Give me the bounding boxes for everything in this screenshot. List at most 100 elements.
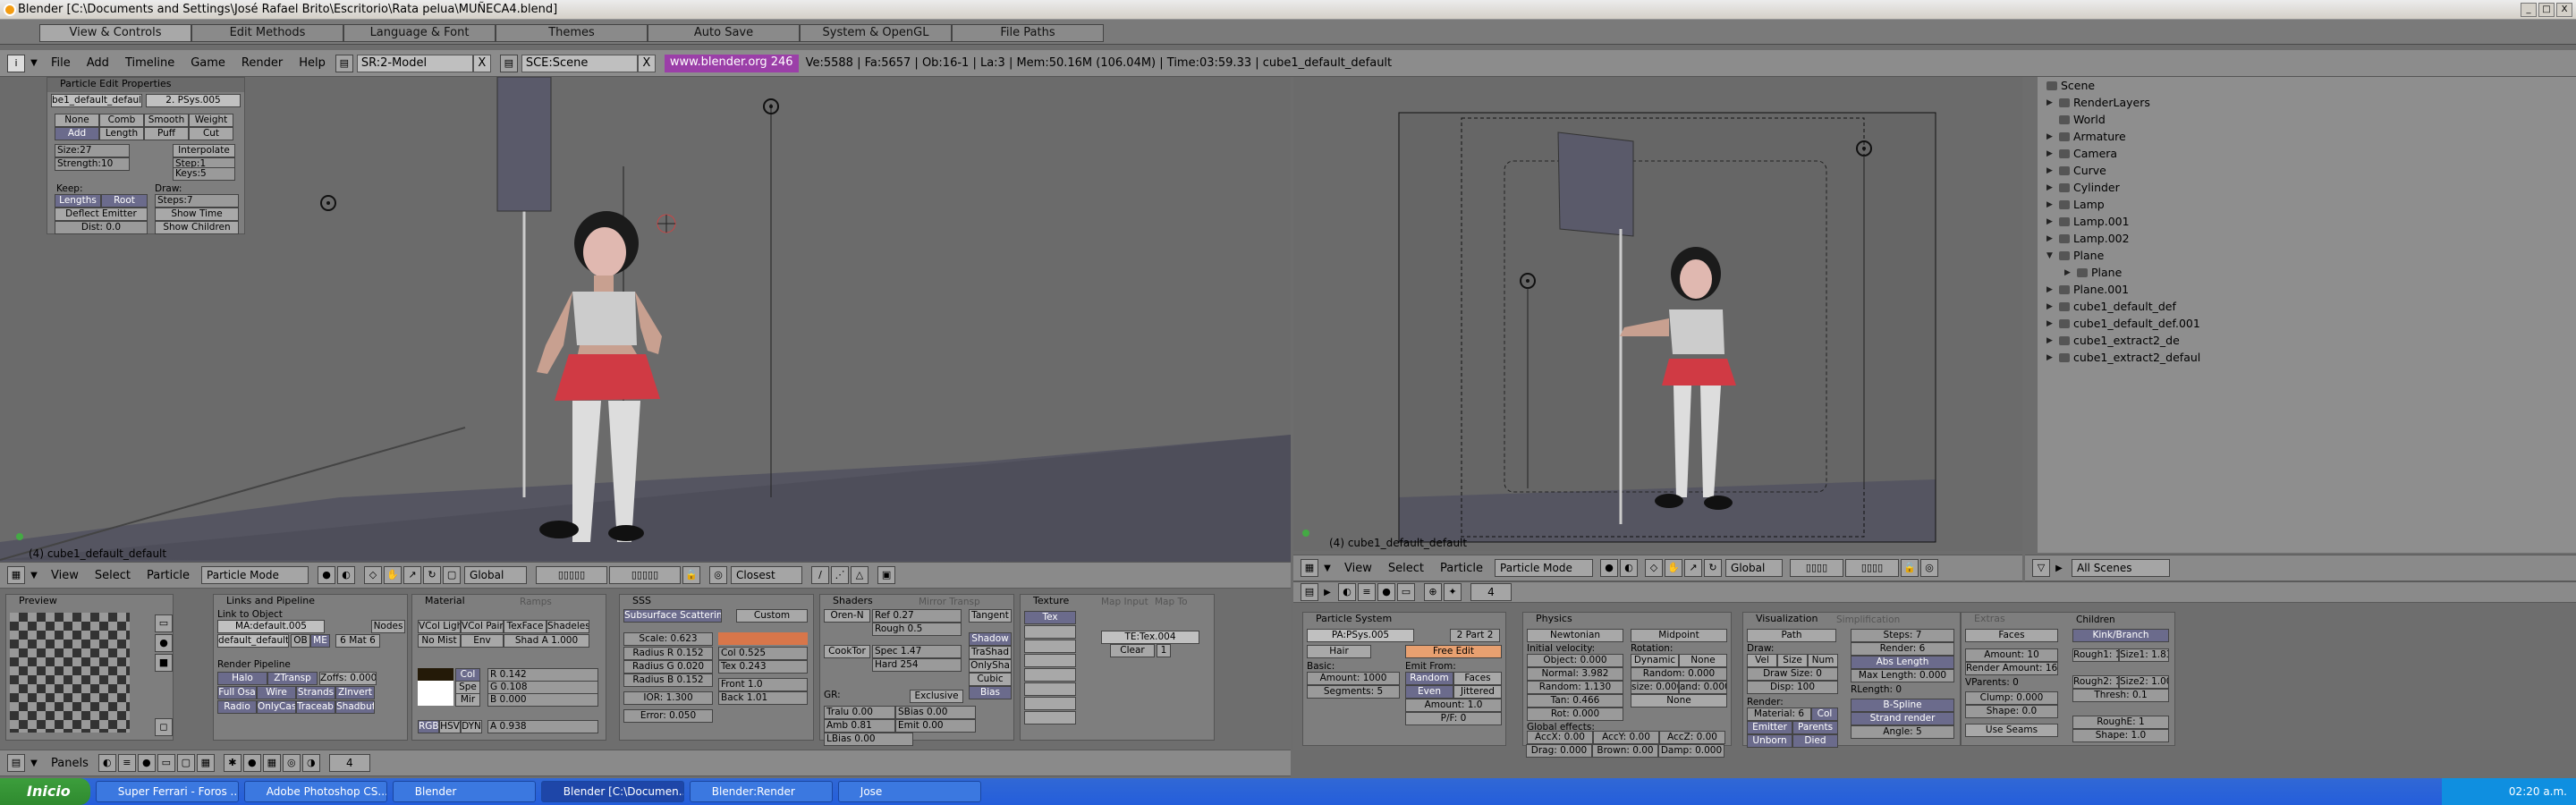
menu-file[interactable]: File: [43, 56, 79, 70]
accx-field[interactable]: AccX: 0.00: [1527, 731, 1593, 744]
tool-smooth-button[interactable]: Smooth: [144, 114, 189, 127]
hard-slider[interactable]: Hard 254: [872, 658, 962, 672]
sss-error-field[interactable]: Error: 0.050: [623, 709, 713, 723]
show-time-button[interactable]: Show Time: [155, 208, 239, 221]
outliner-item[interactable]: ▶ Plane.001: [2046, 281, 2129, 298]
shadow-button[interactable]: Shadow: [969, 632, 1012, 646]
orientation-select[interactable]: Global: [1725, 559, 1784, 577]
outliner-item[interactable]: ▶ Armature: [2046, 128, 2126, 145]
strand-render-button[interactable]: Strand render: [1851, 712, 1954, 725]
window-type-icon[interactable]: ▤: [7, 754, 25, 772]
texface-button[interactable]: TexFace: [504, 620, 547, 633]
outliner-item[interactable]: ▶ Lamp: [2046, 196, 2105, 213]
minimize-button[interactable]: _: [2521, 3, 2537, 17]
expand-icon[interactable]: ▶: [2046, 336, 2055, 345]
dist-field[interactable]: Dist: 0.0: [55, 221, 148, 234]
outliner-item[interactable]: ▶ Lamp.001: [2046, 213, 2130, 230]
sss-scale-field[interactable]: Scale: 0.623: [623, 632, 713, 646]
and-field[interactable]: and: 0.000: [1679, 681, 1727, 694]
onlyshad-button[interactable]: OnlySha: [969, 659, 1012, 673]
sss-back-field[interactable]: Back 1.01: [718, 691, 808, 705]
strands-button[interactable]: Strands: [296, 686, 335, 699]
expand-icon[interactable]: ▶: [2046, 234, 2055, 243]
amount-field[interactable]: Amount: 1000: [1307, 672, 1400, 685]
pivot-icon[interactable]: ◇: [1645, 559, 1664, 577]
vcol-light-button[interactable]: VCol Ligh: [418, 620, 461, 633]
vcol-paint-button[interactable]: VCol Pain: [461, 620, 504, 633]
outliner-item[interactable]: ▶ Plane: [2064, 264, 2122, 281]
collapse-icon[interactable]: ▼: [2046, 251, 2055, 260]
expand-icon[interactable]: ▶: [2046, 302, 2055, 311]
object-field[interactable]: default_default: [217, 634, 289, 648]
outliner-item[interactable]: Scene: [2043, 77, 2095, 94]
shad-alpha-field[interactable]: Shad A 1.000: [504, 634, 589, 648]
children-tab[interactable]: Children: [2076, 614, 2115, 625]
spec-shader-select[interactable]: CookTor: [824, 645, 870, 658]
jittered-select[interactable]: Jittered: [1453, 685, 1502, 699]
task-blender-render[interactable]: Blender:Render: [689, 781, 833, 802]
menu-view[interactable]: View: [1336, 562, 1380, 575]
size-field[interactable]: size: 0.000: [1631, 681, 1679, 694]
hsv-button[interactable]: HSV: [439, 720, 461, 733]
layers-grid-2[interactable]: ▯▯▯▯: [1845, 559, 1900, 577]
cubic-button[interactable]: Cubic: [969, 673, 1012, 686]
lock-icon[interactable]: 🔒: [682, 566, 701, 584]
3d-viewport-left[interactable]: (4) cube1_default_default Particle Edit …: [0, 77, 1291, 562]
sss-radius-g-field[interactable]: Radius G 0.020: [623, 660, 713, 674]
menu-particle[interactable]: Particle: [1432, 562, 1491, 575]
script-context-icon[interactable]: ≡: [1358, 583, 1376, 601]
random-velocity-field[interactable]: Random: 1.130: [1527, 681, 1623, 694]
select-point-icon[interactable]: ⋰: [831, 566, 850, 584]
expand-icon[interactable]: ▶: [2046, 166, 2055, 175]
shadeless-button[interactable]: Shadeles: [547, 620, 589, 633]
size-slider[interactable]: Size:27: [55, 144, 130, 157]
sss-preset-select[interactable]: Custom: [736, 609, 808, 623]
tool-add-button[interactable]: Add: [55, 127, 99, 140]
psys-part-field[interactable]: 2 Part 2: [1450, 629, 1500, 642]
g-slider[interactable]: G 0.108: [487, 681, 598, 694]
draw-type-icon[interactable]: ●: [1600, 559, 1619, 577]
tab-edit-methods[interactable]: Edit Methods: [191, 24, 343, 42]
expand-icon[interactable]: ▶: [2064, 268, 2073, 277]
traceable-button[interactable]: Traceable: [296, 700, 335, 714]
sss-col-slider[interactable]: Col 0.525: [718, 647, 808, 660]
unborn-button[interactable]: Unborn: [1747, 734, 1792, 748]
simplification-tab[interactable]: Simplification: [1836, 614, 1900, 625]
thresh-field[interactable]: Thresh: 0.1: [2072, 689, 2169, 702]
zinvert-button[interactable]: ZInvert: [335, 686, 375, 699]
clump-field[interactable]: Clump: 0.000: [1965, 691, 2058, 705]
strength-slider[interactable]: Strength:10: [55, 157, 130, 171]
expand-icon[interactable]: ▶: [2046, 183, 2055, 192]
task-blender[interactable]: Blender: [392, 781, 536, 802]
shadbuf-button[interactable]: Shadbuf: [335, 700, 375, 714]
rough1-field[interactable]: Rough1: 1: [2072, 648, 2119, 662]
tab-language-font[interactable]: Language & Font: [343, 24, 496, 42]
col-button[interactable]: Col: [455, 668, 480, 682]
texture-users-field[interactable]: 1: [1157, 644, 1171, 657]
window-type-icon[interactable]: ▽: [2032, 559, 2050, 577]
shape1-field[interactable]: Shape: 1.0: [2072, 729, 2169, 742]
roughe-field[interactable]: RoughE: 1: [2072, 716, 2169, 729]
extras-tab[interactable]: Extras: [1962, 613, 2174, 627]
jitter-amount-field[interactable]: Amount: 1.0: [1405, 699, 1502, 712]
texture-slot-4[interactable]: [1024, 654, 1076, 667]
object-context-icon[interactable]: ▭: [1397, 583, 1415, 601]
sss-front-field[interactable]: Front 1.0: [718, 678, 808, 691]
texture-subcontext-icon[interactable]: ▦: [262, 754, 281, 772]
emitter-button[interactable]: Emitter: [1747, 721, 1792, 734]
tab-view-controls[interactable]: View & Controls: [39, 24, 191, 42]
rgb-button[interactable]: RGB: [418, 720, 439, 733]
b-slider[interactable]: B 0.000: [487, 693, 598, 707]
collapse-triangle-icon[interactable]: ▼: [25, 758, 43, 768]
segments-field[interactable]: Segments: 5: [1307, 685, 1400, 699]
halo-button[interactable]: Halo: [217, 672, 267, 685]
tralu-slider[interactable]: Tralu 0.00: [824, 706, 895, 719]
outliner-item[interactable]: ▶ Cylinder: [2046, 179, 2120, 196]
rot-velocity-field[interactable]: Rot: 0.000: [1527, 708, 1623, 721]
scale-icon[interactable]: ▢: [443, 566, 462, 584]
children-amount-field[interactable]: Amount: 10: [1965, 648, 2058, 662]
brown-field[interactable]: Brown: 0.00: [1592, 744, 1658, 758]
outliner-item[interactable]: ▶ Camera: [2046, 145, 2117, 162]
proportional-icon[interactable]: ◎: [1920, 559, 1939, 577]
preview-sphere-icon[interactable]: ●: [155, 634, 173, 652]
